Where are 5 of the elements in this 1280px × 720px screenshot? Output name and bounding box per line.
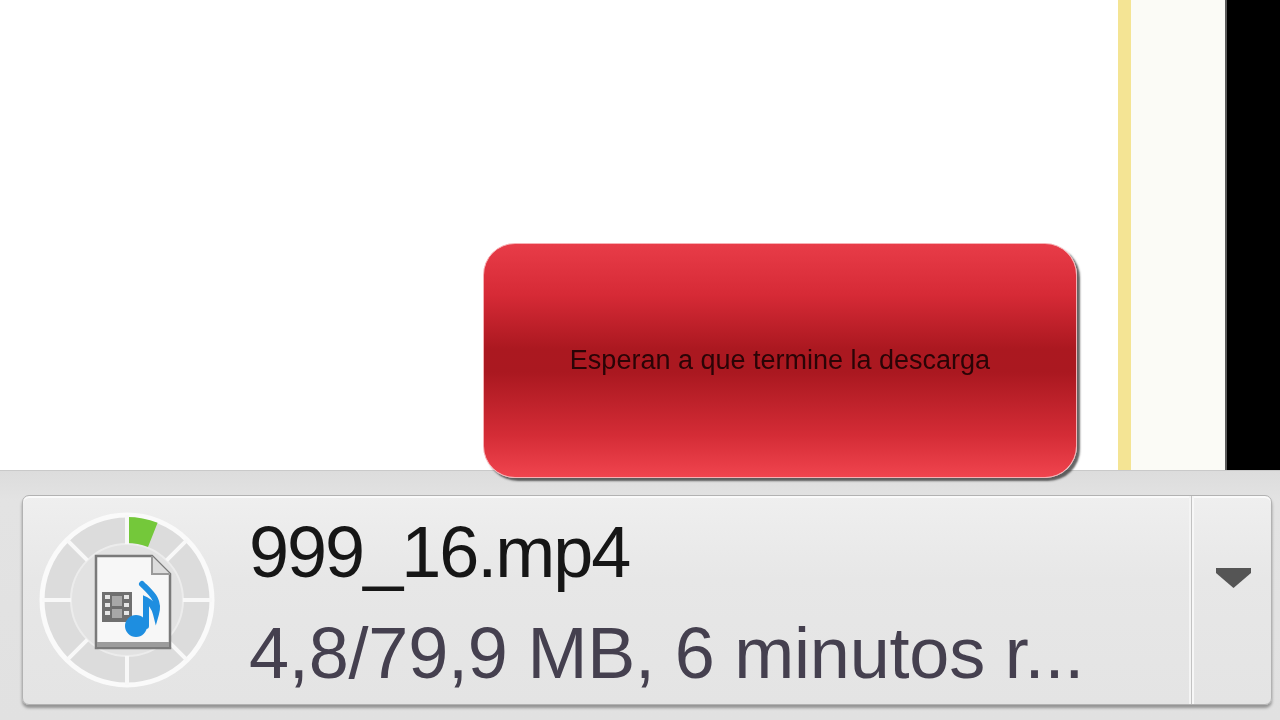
download-status: 4,8/79,9 MB, 6 minutos r... bbox=[249, 617, 1084, 689]
download-item[interactable]: 999_16.mp4 4,8/79,9 MB, 6 minutos r... bbox=[22, 495, 1272, 705]
annotation-callout: Esperan a que termine la descarga bbox=[483, 243, 1077, 478]
media-file-icon bbox=[94, 554, 172, 650]
caret-icon bbox=[1216, 568, 1251, 588]
